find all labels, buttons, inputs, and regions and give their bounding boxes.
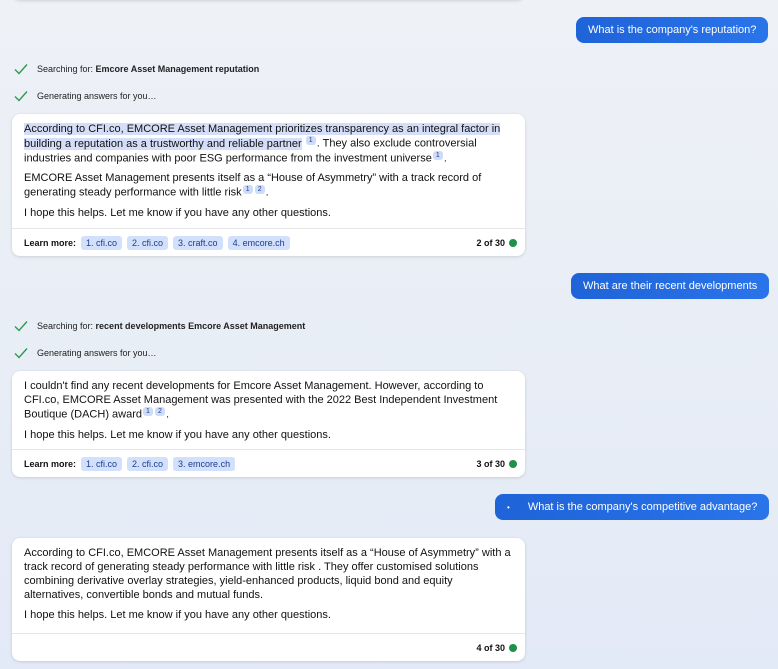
turn-count-text: 4 of 30 bbox=[476, 642, 505, 653]
source-link[interactable]: 2. cfi.co bbox=[127, 235, 169, 250]
source-link[interactable]: 1. cfi.co bbox=[81, 235, 123, 250]
search-term: recent developments Emcore Asset Managem… bbox=[95, 321, 306, 331]
search-status: Searching for: Emcore Asset Management r… bbox=[14, 63, 259, 75]
answer-paragraph: I hope this helps. Let me know if you ha… bbox=[24, 609, 331, 621]
generating-text: Generating answers for you… bbox=[37, 348, 157, 358]
generating-text: Generating answers for you… bbox=[37, 91, 157, 101]
learn-more-bar: Learn more: 1. cfi.co 2. cfi.co 3. craft… bbox=[12, 228, 525, 256]
user-message-reputation: What is the company's reputation? bbox=[576, 17, 769, 43]
answer-paragraph: EMCORE Asset Management presents itself … bbox=[24, 171, 513, 200]
source-link[interactable]: 3. craft.co bbox=[173, 235, 223, 250]
learn-more-label: Learn more: bbox=[24, 458, 77, 469]
learn-more-label: Learn more: bbox=[24, 237, 77, 248]
source-link[interactable]: 1. cfi.co bbox=[81, 456, 123, 471]
answer-paragraph: According to CFI.co, EMCORE Asset Manage… bbox=[24, 122, 513, 165]
turn-counter: 2 of 30 bbox=[476, 238, 517, 248]
search-term: Emcore Asset Management reputation bbox=[95, 64, 260, 74]
source-link[interactable]: 4. emcore.ch bbox=[227, 235, 290, 250]
answer-paragraph: I couldn't find any recent developments … bbox=[24, 379, 513, 422]
answer-text: . bbox=[443, 152, 447, 165]
user-message-text: What is the company's reputation? bbox=[588, 24, 757, 36]
generating-status: Generating answers for you… bbox=[14, 90, 157, 102]
answer-footer: 4 of 30 bbox=[12, 633, 525, 661]
search-prefix: Searching for: bbox=[37, 321, 94, 331]
citation-badge[interactable]: 2 bbox=[155, 407, 165, 416]
status-dot-icon bbox=[509, 643, 517, 652]
search-prefix: Searching for: bbox=[37, 64, 94, 74]
answer-paragraph: I hope this helps. Let me know if you ha… bbox=[24, 428, 331, 441]
citation-badge[interactable]: 1 bbox=[305, 136, 316, 145]
learn-more-bar: Learn more: 1. cfi.co 2. cfi.co 3. emcor… bbox=[12, 449, 525, 477]
user-message-advantage: • What is the company's competitive adva… bbox=[495, 494, 770, 520]
citation-badge[interactable]: 2 bbox=[254, 185, 265, 195]
status-dot-icon bbox=[509, 238, 517, 247]
generating-status: Generating answers for you… bbox=[14, 347, 157, 359]
answer-paragraph: I hope this helps. Let me know if you ha… bbox=[24, 206, 331, 219]
user-message-text: What is the company's competitive advant… bbox=[527, 501, 758, 513]
check-icon bbox=[14, 321, 28, 332]
user-message-developments: What are their recent developments bbox=[571, 273, 770, 299]
answer-card: I couldn't find any recent developments … bbox=[12, 371, 525, 477]
answer-card: According to CFI.co, EMCORE Asset Manage… bbox=[12, 114, 525, 256]
answer-text: . bbox=[166, 408, 170, 421]
citation-badge[interactable]: 1 bbox=[242, 185, 253, 195]
source-link[interactable]: 2. cfi.co bbox=[127, 456, 169, 471]
answer-card: According to CFI.co, EMCORE Asset Manage… bbox=[12, 538, 525, 661]
bullet-icon: • bbox=[507, 502, 510, 512]
citation-badge[interactable]: 1 bbox=[432, 150, 443, 160]
source-link[interactable]: 3. emcore.ch bbox=[173, 456, 236, 471]
turn-counter: 4 of 30 bbox=[476, 643, 517, 653]
answer-text: I couldn't find any recent developments … bbox=[24, 380, 498, 421]
check-icon bbox=[14, 348, 28, 359]
turn-count-text: 3 of 30 bbox=[476, 458, 505, 469]
answer-paragraph: According to CFI.co, EMCORE Asset Manage… bbox=[24, 547, 511, 601]
turn-count-text: 2 of 30 bbox=[476, 237, 505, 248]
search-status: Searching for: recent developments Emcor… bbox=[14, 320, 305, 332]
turn-counter: 3 of 30 bbox=[476, 459, 517, 469]
check-icon bbox=[14, 91, 28, 102]
citation-badge[interactable]: 1 bbox=[143, 407, 153, 416]
answer-text: . bbox=[265, 186, 269, 199]
check-icon bbox=[14, 64, 28, 75]
status-dot-icon bbox=[509, 459, 517, 468]
user-message-text: What are their recent developments bbox=[583, 280, 758, 292]
